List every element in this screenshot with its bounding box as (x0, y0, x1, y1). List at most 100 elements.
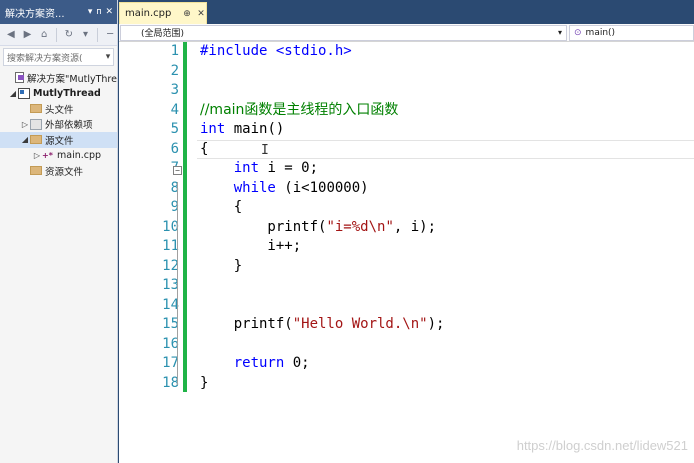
code-token: main() (225, 121, 285, 137)
home-icon[interactable]: ⌂ (37, 28, 51, 42)
expand-arrow-icon[interactable]: ▷ (32, 151, 42, 160)
search-options-dropdown-icon[interactable]: ▾ (103, 52, 113, 62)
back-icon[interactable]: ◀ (4, 28, 18, 42)
expand-arrow-icon[interactable]: ▷ (20, 120, 30, 129)
code-token: //main函数是主线程的入口函数 (200, 101, 399, 118)
code-token: 0; (284, 355, 310, 371)
tab-main-cpp[interactable]: main.cpp ⊕ ✕ (119, 2, 207, 24)
code-token: } (200, 374, 209, 391)
code-token: while (233, 179, 276, 196)
code-line: #include <stdio.h> (200, 42, 352, 62)
solution-search-input[interactable]: 搜索解决方案资源( ▾ (3, 48, 114, 66)
code-line: int i = 0; (200, 159, 318, 179)
tree-item[interactable]: 解决方案"MutlyThre (0, 70, 117, 86)
tab-label: main.cpp (125, 8, 172, 19)
watermark: https://blog.csdn.net/lidew521 (516, 438, 688, 453)
close-icon[interactable]: ✕ (196, 9, 206, 19)
function-icon: ⊙ (574, 27, 582, 38)
code-token: i = 0; (259, 160, 319, 176)
saved-changes-indicator (183, 42, 187, 392)
tree-item[interactable]: ◢ 源文件 (0, 132, 117, 148)
panel-close-button[interactable]: ✕ (105, 7, 113, 17)
scope-dropdown[interactable]: (全局范围) ▾ (120, 24, 567, 41)
code-line: int main() (200, 120, 284, 140)
chevron-down-icon[interactable]: ▾ (554, 28, 566, 37)
code-token: return (233, 355, 285, 371)
references-icon (30, 118, 42, 130)
tree-item[interactable]: 资源文件 (0, 163, 117, 179)
search-placeholder: 搜索解决方案资源( (7, 53, 83, 64)
code-line: //main函数是主线程的入口函数 (200, 101, 398, 121)
folder-icon (30, 166, 42, 176)
line-number: 11 (162, 238, 179, 254)
code-token: int (233, 160, 260, 176)
code-line: printf("i=%d\n", i); (200, 218, 436, 238)
code-line: i++; (200, 237, 301, 257)
tree-item-label: MutlyThread (33, 87, 101, 99)
document-tab-strip: main.cpp ⊕ ✕ (119, 0, 694, 24)
line-number: 4 (170, 101, 179, 118)
tree-item-label: 源文件 (45, 135, 74, 147)
line-number: 14 (162, 296, 179, 313)
code-line: { (200, 140, 208, 160)
text-cursor-icon: I (261, 143, 269, 158)
member-value: main() (585, 27, 616, 38)
folder-icon (30, 104, 42, 114)
toolbar-separator (56, 27, 57, 42)
code-editor: main.cpp ⊕ ✕ (全局范围) ▾ ⊙ main() 123456789… (119, 0, 694, 463)
tree-item-label: 资源文件 (45, 166, 84, 178)
line-number-gutter: 123456789101112131415161718 (119, 42, 179, 463)
tree-item-label: 解决方案"MutlyThre (27, 73, 117, 85)
line-number: 9 (170, 199, 179, 215)
tree-item-label: main.cpp (57, 149, 102, 161)
tree-item[interactable]: ▷ +* main.cpp (0, 148, 117, 164)
current-line-highlight (197, 139, 694, 159)
project-icon (18, 87, 30, 99)
cpp-file-icon: +* (42, 150, 53, 160)
code-token: { (200, 199, 243, 215)
forward-icon[interactable]: ▶ (21, 28, 35, 42)
line-number: 15 (162, 316, 179, 332)
scope-value: (全局范围) (141, 29, 185, 39)
line-number: 6 (170, 140, 179, 157)
line-number: 1 (170, 43, 179, 59)
toolbar-separator (97, 27, 99, 42)
panel-menu-button[interactable]: ▾ (88, 7, 93, 17)
solution-explorer-toolbar: ◀ ▶ ⌂ ↻ ▾ ─ (0, 24, 117, 46)
solution-explorer-title: 解决方案资... (5, 8, 65, 20)
member-dropdown[interactable]: ⊙ main() (569, 24, 694, 41)
code-token: printf( (200, 218, 327, 235)
expand-arrow-icon[interactable]: ◢ (20, 135, 30, 144)
pin-icon[interactable]: ⊕ (182, 9, 192, 19)
code-token: printf( (200, 316, 293, 332)
line-number: 17 (162, 355, 179, 371)
line-number: 2 (170, 62, 179, 79)
properties-icon[interactable]: ─ (103, 28, 117, 42)
sync-icon[interactable]: ↻ (62, 28, 76, 42)
solution-tree: 解决方案"MutlyThre ◢ MutlyThread 头文件 ▷ 外部依赖项 ◢ 源文件 ▷… (0, 70, 117, 179)
code-token: int (200, 121, 226, 137)
code-token: "Hello World.\n" (292, 316, 428, 332)
line-number: 5 (170, 121, 179, 137)
code-token: "i=%d\n" (326, 218, 394, 235)
tree-item[interactable]: ▷ 外部依赖项 (0, 117, 117, 133)
code-token: #include <stdio.h> (200, 43, 352, 59)
collapse-main-icon[interactable]: − (173, 166, 182, 175)
line-number: 18 (162, 374, 179, 391)
code-token: { (200, 140, 209, 157)
code-token: i++; (200, 238, 302, 254)
solution-explorer-titlebar: 解决方案资... ▾ ᴨ ✕ (0, 0, 117, 24)
expand-arrow-icon[interactable]: ◢ (8, 89, 18, 98)
tree-item[interactable]: 头文件 (0, 101, 117, 117)
chevron-down-icon[interactable]: ▾ (79, 28, 93, 42)
line-number: 13 (162, 277, 179, 293)
code-area[interactable]: 123456789101112131415161718 − #include <… (119, 42, 694, 463)
code-line: while (i<100000) (200, 179, 369, 199)
line-number: 10 (162, 218, 179, 235)
code-line: } (200, 257, 242, 277)
panel-pin-button[interactable]: ᴨ (96, 7, 101, 17)
line-number: 3 (170, 82, 179, 98)
tree-item[interactable]: ◢ MutlyThread (0, 86, 117, 102)
